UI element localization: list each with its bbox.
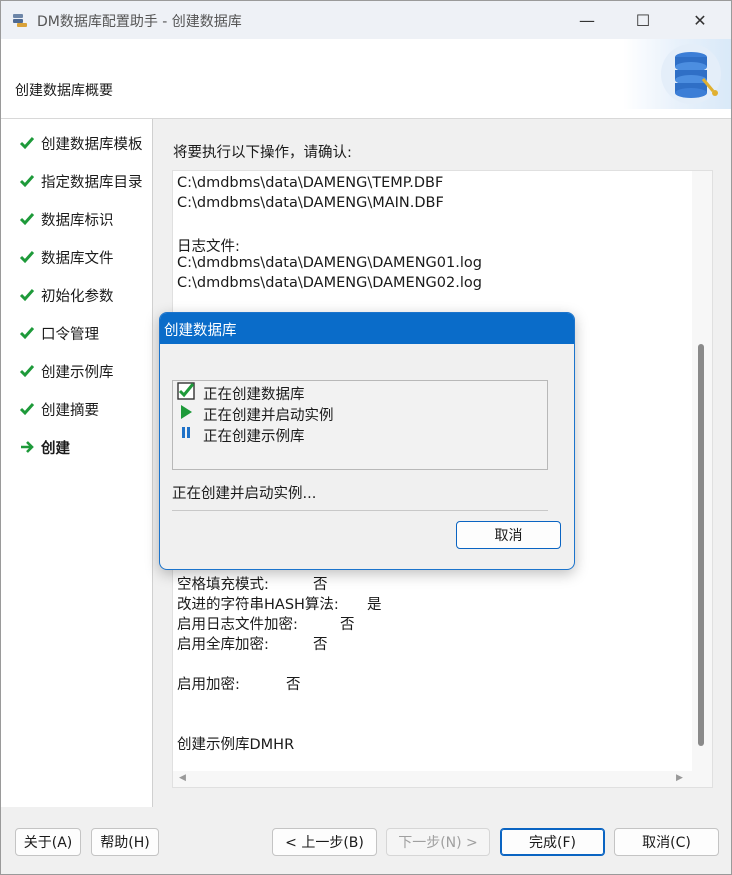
- wizard-header: 创建数据库概要: [1, 39, 731, 119]
- confirm-prompt: 将要执行以下操作，请确认:: [173, 145, 352, 161]
- checkmark-icon: [19, 173, 35, 189]
- horizontal-scrollbar[interactable]: ◀ ▶: [173, 771, 712, 787]
- maximize-icon: ☐: [635, 10, 651, 30]
- step-item-passwords: 口令管理: [19, 323, 99, 343]
- step-item-init-params: 初始化参数: [19, 285, 114, 305]
- log-label: 启用日志文件加密:: [177, 617, 298, 633]
- cancel-button[interactable]: 取消(C): [614, 828, 719, 856]
- title-bar[interactable]: DM数据库配置助手 - 创建数据库 — ☐ ✕: [1, 1, 731, 39]
- step-label: 创建示例库: [41, 364, 114, 381]
- step-label: 创建: [41, 440, 70, 457]
- log-line: C:\dmdbms\data\DAMENG\MAIN.DBF: [177, 195, 444, 211]
- log-label: 空格填充模式:: [177, 577, 269, 593]
- play-icon: [177, 403, 195, 425]
- task-label: 正在创建示例库: [203, 428, 305, 445]
- about-button[interactable]: 关于(A): [15, 828, 81, 856]
- arrow-right-icon: [19, 439, 35, 455]
- step-item-identity: 数据库标识: [19, 209, 114, 229]
- scroll-right-icon[interactable]: ▶: [676, 773, 683, 783]
- step-item-create: 创建: [19, 437, 70, 457]
- step-label: 创建数据库模板: [41, 136, 143, 153]
- task-item: 正在创建数据库: [177, 382, 305, 404]
- log-line: C:\dmdbms\data\DAMENG\DAMENG02.log: [177, 275, 482, 291]
- minimize-icon: —: [579, 10, 595, 30]
- dialog-title[interactable]: 创建数据库: [160, 313, 574, 344]
- checkmark-icon: [19, 363, 35, 379]
- dialog-status-text: 正在创建并启动实例...: [172, 486, 317, 502]
- vertical-scrollbar[interactable]: [692, 171, 712, 771]
- log-line: C:\dmdbms\data\DAMENG\DAMENG01.log: [177, 255, 482, 271]
- checkmark-icon: [19, 135, 35, 151]
- main-window: DM数据库配置助手 - 创建数据库 — ☐ ✕ 创建数据库概要 创建数据库模板 …: [0, 0, 732, 875]
- checkmark-icon: [19, 249, 35, 265]
- task-list: 正在创建数据库 正在创建并启动实例 正在创建示例库: [172, 380, 548, 470]
- finish-button[interactable]: 完成(F): [500, 828, 605, 856]
- checkmark-icon: [19, 211, 35, 227]
- log-line: C:\dmdbms\data\DAMENG\TEMP.DBF: [177, 175, 444, 191]
- next-button[interactable]: 下一步(N) >: [386, 828, 490, 856]
- task-item: 正在创建示例库: [177, 425, 305, 445]
- minimize-button[interactable]: —: [564, 1, 610, 39]
- log-label: 改进的字符串HASH算法:: [177, 597, 339, 613]
- log-line: 日志文件:: [177, 239, 240, 255]
- scroll-left-icon[interactable]: ◀: [179, 773, 186, 783]
- step-item-summary: 创建摘要: [19, 399, 99, 419]
- close-button[interactable]: ✕: [677, 1, 723, 39]
- log-line: 创建示例库DMHR: [177, 737, 295, 753]
- checkmark-icon: [19, 401, 35, 417]
- create-database-dialog: 创建数据库 正在创建数据库 正在创建并启动实例 正在创建示例库 正在创建并启动实…: [159, 312, 575, 570]
- task-label: 正在创建数据库: [203, 386, 305, 403]
- task-label: 正在创建并启动实例: [203, 407, 334, 424]
- page-title: 创建数据库概要: [15, 83, 113, 99]
- task-item: 正在创建并启动实例: [177, 404, 334, 424]
- log-value: 否: [313, 637, 328, 653]
- step-label: 口令管理: [41, 326, 99, 343]
- step-label: 数据库标识: [41, 212, 114, 229]
- step-item-files: 数据库文件: [19, 247, 114, 267]
- log-label: 启用加密:: [177, 677, 240, 693]
- dialog-cancel-button[interactable]: 取消: [456, 521, 561, 549]
- checkmark-icon: [19, 287, 35, 303]
- header-banner: [623, 39, 731, 109]
- log-value: 否: [286, 677, 301, 693]
- step-item-template: 创建数据库模板: [19, 133, 143, 153]
- step-item-sample-db: 创建示例库: [19, 361, 114, 381]
- database-icon: [661, 44, 721, 104]
- log-value: 是: [367, 597, 382, 613]
- steps-sidebar: 创建数据库模板 指定数据库目录 数据库标识 数据库文件 初始化参数 口令管理 创…: [1, 119, 153, 807]
- step-item-directory: 指定数据库目录: [19, 171, 143, 191]
- scrollbar-thumb[interactable]: [698, 344, 704, 746]
- step-label: 初始化参数: [41, 288, 114, 305]
- step-label: 创建摘要: [41, 402, 99, 419]
- maximize-button[interactable]: ☐: [620, 1, 666, 39]
- log-value: 否: [313, 577, 328, 593]
- close-icon: ✕: [693, 10, 707, 30]
- pause-icon: [177, 424, 195, 446]
- step-label: 数据库文件: [41, 250, 114, 267]
- log-label: 启用全库加密:: [177, 637, 269, 653]
- step-label: 指定数据库目录: [41, 174, 143, 191]
- divider: [172, 510, 548, 511]
- checked-box-icon: [177, 382, 195, 404]
- prev-button[interactable]: < 上一步(B): [272, 828, 377, 856]
- log-value: 否: [340, 617, 355, 633]
- window-title: DM数据库配置助手 - 创建数据库: [37, 14, 242, 30]
- help-button[interactable]: 帮助(H): [91, 828, 159, 856]
- app-icon: [13, 14, 27, 27]
- checkmark-icon: [19, 325, 35, 341]
